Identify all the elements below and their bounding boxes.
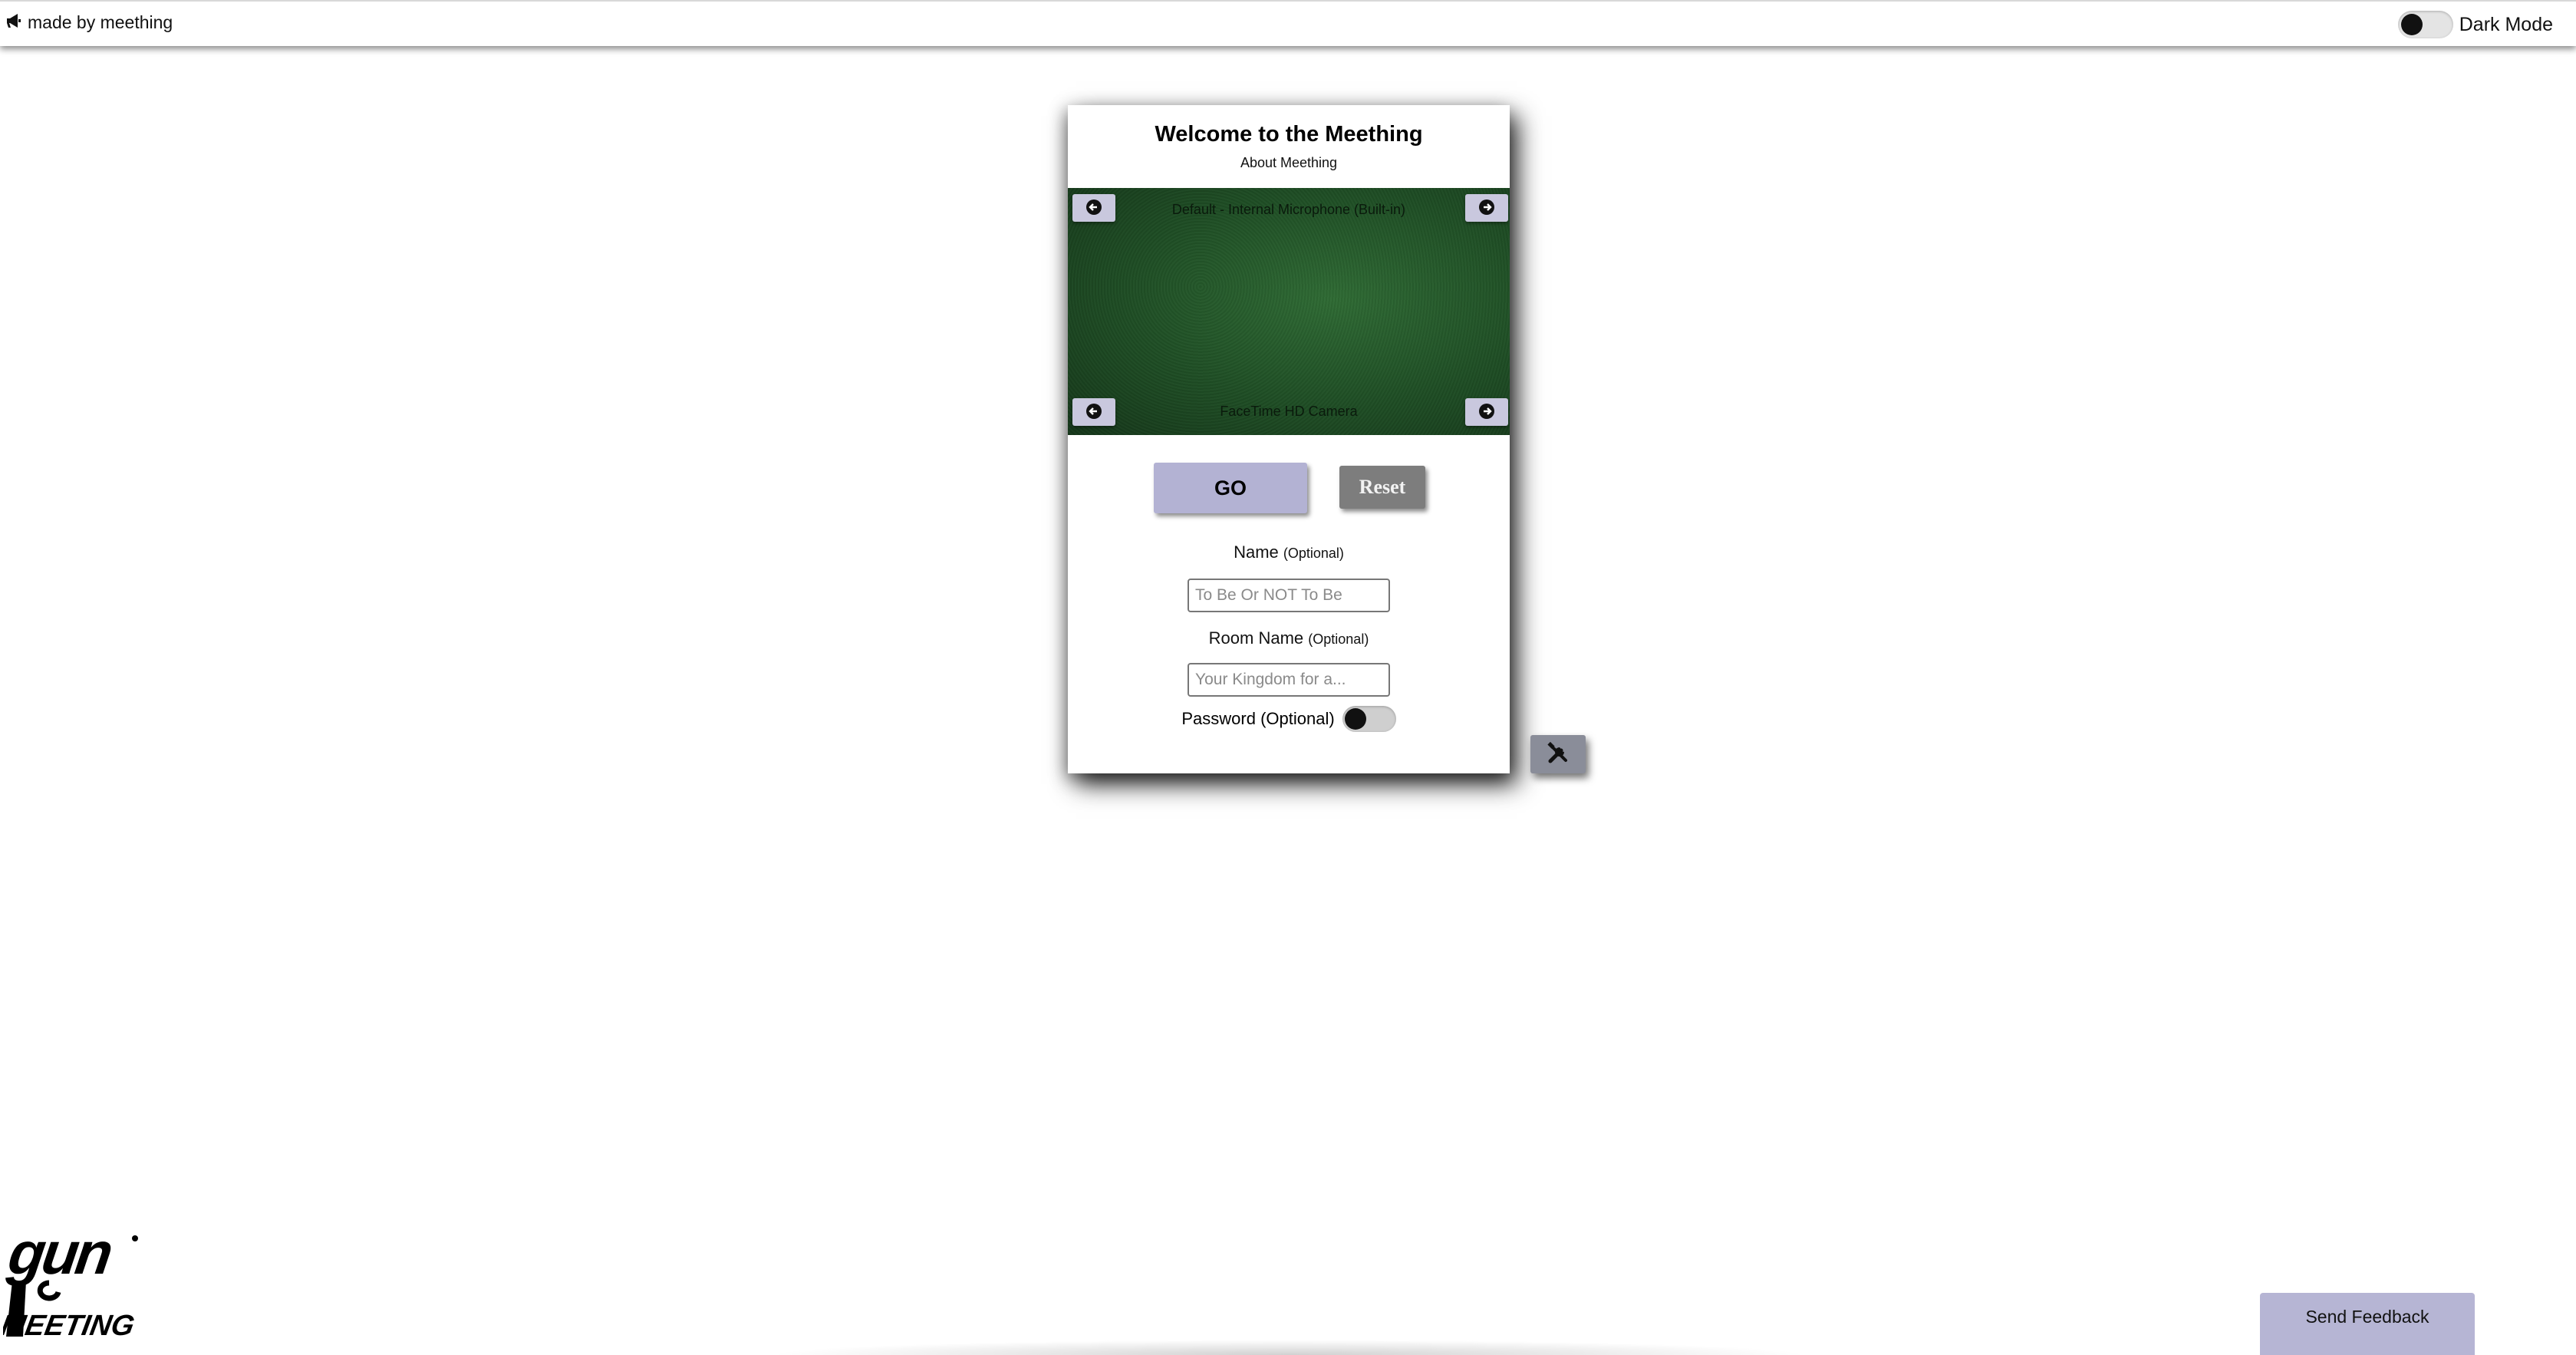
room-name-label: Room Name (Optional) (1068, 628, 1510, 648)
prev-microphone-button[interactable] (1072, 194, 1115, 222)
gun-meeting-logo: gun MEETING (0, 1219, 141, 1343)
camera-label: FaceTime HD Camera (1220, 404, 1358, 419)
name-input[interactable] (1188, 579, 1390, 612)
dark-mode-toggle[interactable] (2397, 11, 2453, 38)
password-optional-text: (Optional) (1260, 709, 1335, 728)
arrow-left-circle-icon (1085, 199, 1102, 218)
go-button[interactable]: GO (1154, 463, 1307, 513)
name-label: Name (Optional) (1068, 542, 1510, 562)
microphone-label: Default - Internal Microphone (Built-in) (1171, 202, 1406, 217)
arrow-left-circle-icon (1085, 403, 1102, 422)
password-label: Password (Optional) (1181, 709, 1334, 729)
dark-mode-control: Dark Mode (2397, 11, 2553, 38)
arrow-right-circle-icon (1478, 199, 1495, 218)
prev-camera-button[interactable] (1072, 398, 1115, 426)
about-link[interactable]: About Meething (1068, 155, 1510, 171)
card-title: Welcome to the Meething (1155, 122, 1423, 147)
name-label-text: Name (1234, 542, 1279, 562)
send-feedback-button[interactable]: Send Feedback (2260, 1293, 2475, 1355)
room-name-label-text: Room Name (1208, 628, 1304, 648)
toggle-knob (1344, 708, 1366, 730)
next-microphone-button[interactable] (1465, 194, 1508, 222)
tools-icon (1546, 741, 1570, 768)
welcome-card: Welcome to the Meething About Meething D… (1068, 105, 1510, 773)
password-row: Password (Optional) (1068, 706, 1510, 732)
next-camera-button[interactable] (1465, 398, 1508, 426)
tools-button[interactable] (1530, 735, 1586, 773)
made-by-link[interactable]: made by meething (6, 12, 173, 33)
password-toggle[interactable] (1342, 706, 1396, 732)
bottom-shadow (767, 1340, 1810, 1355)
reset-button[interactable]: Reset (1339, 466, 1425, 509)
password-label-text: Password (1181, 709, 1256, 728)
svg-text:MEETING: MEETING (3, 1309, 137, 1342)
dark-mode-label: Dark Mode (2459, 13, 2553, 35)
top-bar: made by meething Dark Mode (0, 0, 2576, 46)
video-preview: Default - Internal Microphone (Built-in)… (1068, 188, 1510, 435)
toggle-knob (2400, 14, 2423, 35)
card-header: Welcome to the Meething About Meething (1068, 105, 1510, 188)
room-name-input[interactable] (1188, 663, 1390, 697)
svg-text:gun: gun (4, 1220, 115, 1287)
made-by-label: made by meething (28, 12, 173, 32)
megaphone-icon (6, 12, 23, 33)
room-name-optional-text: (Optional) (1308, 631, 1369, 647)
arrow-right-circle-icon (1478, 403, 1495, 422)
name-optional-text: (Optional) (1283, 546, 1344, 561)
